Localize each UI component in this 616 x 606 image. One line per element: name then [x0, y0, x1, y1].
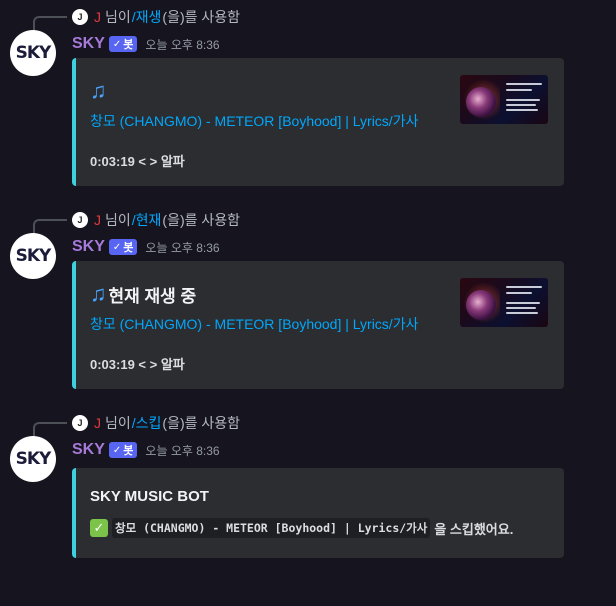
author-name[interactable]: SKY [72, 35, 105, 53]
embed: SKY MUSIC BOT ✓ 창모 (CHANGMO) - METEOR [B… [72, 468, 564, 558]
reply-context[interactable]: J J 님이 /재생 (을)를 사용함 [72, 7, 240, 27]
thumbnail-line [506, 83, 542, 85]
reply-avatar[interactable]: J [72, 9, 88, 25]
embed: ♫ 창모 (CHANGMO) - METEOR [Boyhood] | Lyri… [72, 58, 564, 186]
thumbnail-line [506, 292, 532, 294]
message-2: J J 님이 /현재 (을)를 사용함 SKY SKY ✓ 봇 오늘 오후 8:3… [0, 203, 616, 403]
reply-suffix: (을)를 사용함 [162, 9, 241, 25]
avatar-logo: SKY [15, 449, 52, 469]
thumbnail-line [506, 286, 542, 288]
avatar-logo: SKY [15, 43, 52, 63]
reply-command[interactable]: /재생 [132, 7, 162, 27]
song-link[interactable]: 창모 (CHANGMO) - METEOR [Boyhood] | Lyrics… [90, 314, 418, 334]
time-row: 0:03:19 < > 알파 [90, 357, 185, 372]
message-header: SKY ✓ 봇 오늘 오후 8:36 [72, 237, 220, 257]
song-link[interactable]: 창모 (CHANGMO) - METEOR [Boyhood] | Lyrics… [90, 111, 418, 131]
timestamp[interactable]: 오늘 오후 8:36 [145, 442, 219, 459]
thumbnail-line [506, 104, 536, 106]
timestamp[interactable]: 오늘 오후 8:36 [145, 239, 219, 256]
avatar[interactable]: SKY [10, 436, 56, 482]
time-row: 0:03:19 < > 알파 [90, 154, 185, 169]
green-check-icon: ✓ [90, 519, 108, 537]
embed-title: ♫ 현재 재생 중 [90, 281, 196, 307]
bot-tag-label: 봇 [123, 445, 134, 457]
thumbnail-line [506, 312, 538, 314]
reply-command[interactable]: /현재 [132, 210, 162, 230]
message-3: J J 님이 /스킵 (을)를 사용함 SKY SKY ✓ 봇 오늘 오후 8:3… [0, 406, 616, 606]
song-thumbnail[interactable] [460, 278, 548, 327]
reply-context[interactable]: J J 님이 /현재 (을)를 사용함 [72, 210, 240, 230]
reply-command[interactable]: /스킵 [132, 413, 162, 433]
avatar-logo: SKY [15, 246, 52, 266]
bot-tag-label: 봇 [123, 242, 134, 254]
skip-suffix: 을 스킵했어요. [434, 521, 514, 537]
check-icon: ✓ [112, 444, 122, 456]
reply-context[interactable]: J J 님이 /스킵 (을)를 사용함 [72, 413, 240, 433]
author-name[interactable]: SKY [72, 441, 105, 459]
thumbnail-line [506, 99, 540, 101]
thumbnail-orb [466, 290, 496, 320]
thumbnail-line [506, 307, 536, 309]
check-icon: ✓ [112, 38, 122, 50]
reply-suffix: (을)를 사용함 [162, 415, 241, 431]
embed-title: ♫ [90, 78, 109, 104]
bot-tag-label: 봇 [123, 39, 134, 51]
check-icon: ✓ [112, 241, 122, 253]
timestamp[interactable]: 오늘 오후 8:36 [145, 36, 219, 53]
embed-title-text: 현재 재생 중 [108, 286, 197, 306]
embed-title: SKY MUSIC BOT [90, 488, 209, 505]
bot-tag: ✓ 봇 [108, 239, 138, 255]
message-header: SKY ✓ 봇 오늘 오후 8:36 [72, 440, 220, 460]
reply-username[interactable]: J [94, 9, 101, 25]
reply-connector [33, 219, 67, 233]
thumbnail-line [506, 302, 540, 304]
reply-username[interactable]: J [94, 415, 101, 431]
avatar[interactable]: SKY [10, 30, 56, 76]
thumbnail-line [506, 109, 538, 111]
reply-prefix: 님이 [105, 9, 131, 25]
bot-tag: ✓ 봇 [108, 442, 138, 458]
reply-prefix: 님이 [105, 212, 131, 228]
thumbnail-line [506, 89, 532, 91]
skipped-song-code: 창모 (CHANGMO) - METEOR [Boyhood] | Lyrics… [112, 518, 431, 538]
music-note-icon: ♫ [90, 78, 107, 103]
bot-tag: ✓ 봇 [108, 36, 138, 52]
thumbnail-orb [466, 87, 496, 117]
message-1: J J 님이 /재생 (을)를 사용함 SKY SKY ✓ 봇 오늘 오후 8:3… [0, 0, 616, 200]
reply-connector [33, 16, 67, 30]
reply-suffix: (을)를 사용함 [162, 212, 241, 228]
embed: ♫ 현재 재생 중 창모 (CHANGMO) - METEOR [Boyhood… [72, 261, 564, 389]
music-note-icon: ♫ [90, 281, 107, 306]
author-name[interactable]: SKY [72, 238, 105, 256]
reply-avatar[interactable]: J [72, 212, 88, 228]
reply-connector [33, 422, 67, 436]
skip-message: ✓ 창모 (CHANGMO) - METEOR [Boyhood] | Lyri… [90, 518, 513, 538]
reply-avatar[interactable]: J [72, 415, 88, 431]
song-thumbnail[interactable] [460, 75, 548, 124]
reply-prefix: 님이 [105, 415, 131, 431]
reply-username[interactable]: J [94, 212, 101, 228]
message-header: SKY ✓ 봇 오늘 오후 8:36 [72, 34, 220, 54]
avatar[interactable]: SKY [10, 233, 56, 279]
